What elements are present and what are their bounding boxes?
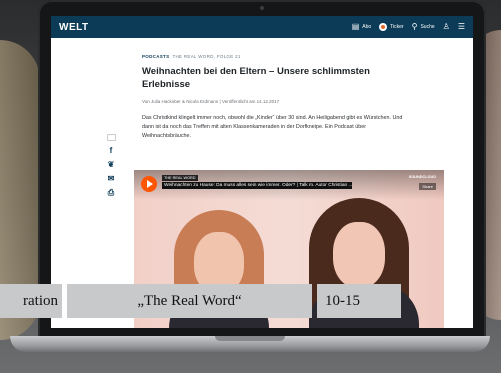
search-label: Suche bbox=[420, 24, 435, 30]
newspaper-icon: ▤ bbox=[351, 22, 360, 31]
header-actions: ▤ Abo Ticker ⚲ Suche ♙ ☰ bbox=[352, 23, 465, 31]
kicker-series: THE REAL WORD, FOLGE 21 bbox=[172, 54, 241, 59]
welt-logo[interactable]: WELT bbox=[59, 22, 89, 33]
site-header: WELT ▤ Abo Ticker ⚲ Suche ♙ ☰ bbox=[51, 16, 473, 38]
facebook-icon[interactable]: f bbox=[110, 147, 113, 155]
article-byline: Von Julia Hackober & Nicola Erdmann | Ve… bbox=[142, 99, 280, 104]
caption-center: „The Real Word“ bbox=[67, 284, 312, 318]
article-headline: Weihnachten bei den Eltern – Unsere schl… bbox=[142, 66, 370, 90]
article-kicker: PODCASTS THE REAL WORD, FOLGE 21 bbox=[142, 54, 414, 59]
play-button[interactable] bbox=[141, 176, 157, 192]
player-artist[interactable]: THE REAL WORD bbox=[162, 175, 198, 181]
menu-icon[interactable]: ☰ bbox=[458, 23, 465, 31]
search-link[interactable]: ⚲ Suche bbox=[412, 23, 435, 31]
mail-icon[interactable]: ✉ bbox=[108, 175, 115, 183]
comment-icon[interactable] bbox=[106, 134, 116, 141]
abo-label: Abo bbox=[362, 24, 372, 30]
ticker-label: Ticker bbox=[390, 24, 404, 30]
user-icon[interactable]: ♙ bbox=[443, 23, 450, 31]
article: PODCASTS THE REAL WORD, FOLGE 21 Weihnac… bbox=[142, 54, 414, 141]
camera-icon bbox=[260, 6, 264, 10]
kicker-label[interactable]: PODCASTS bbox=[142, 54, 169, 59]
search-icon: ⚲ bbox=[411, 22, 418, 31]
twitter-icon[interactable]: ❦ bbox=[108, 161, 115, 169]
laptop-screen: WELT ▤ Abo Ticker ⚲ Suche ♙ ☰ f ❦ ✉ ⎙ PO… bbox=[51, 16, 473, 328]
soundcloud-logo[interactable]: SOUNDCLOUD bbox=[409, 175, 436, 179]
share-bar: f ❦ ✉ ⎙ bbox=[104, 134, 118, 197]
ticker-link[interactable]: Ticker bbox=[379, 23, 404, 31]
ticker-icon bbox=[379, 23, 388, 31]
laptop-base bbox=[10, 336, 490, 352]
caption-left: ration bbox=[0, 284, 62, 318]
laptop-notch bbox=[215, 336, 285, 341]
caption-strip: ration „The Real Word“ 10-15 bbox=[0, 284, 501, 318]
player-share-button[interactable]: Share bbox=[419, 183, 436, 190]
abo-link[interactable]: ▤ Abo bbox=[352, 23, 371, 31]
article-teaser: Das Christkind klingelt immer noch, obwo… bbox=[142, 115, 403, 139]
print-icon[interactable]: ⎙ bbox=[108, 189, 114, 197]
player-track-title[interactable]: Weihnachten zu Hause: Da muss alles sein… bbox=[162, 182, 352, 189]
caption-right: 10-15 bbox=[317, 284, 401, 318]
host-right-face bbox=[333, 222, 385, 288]
